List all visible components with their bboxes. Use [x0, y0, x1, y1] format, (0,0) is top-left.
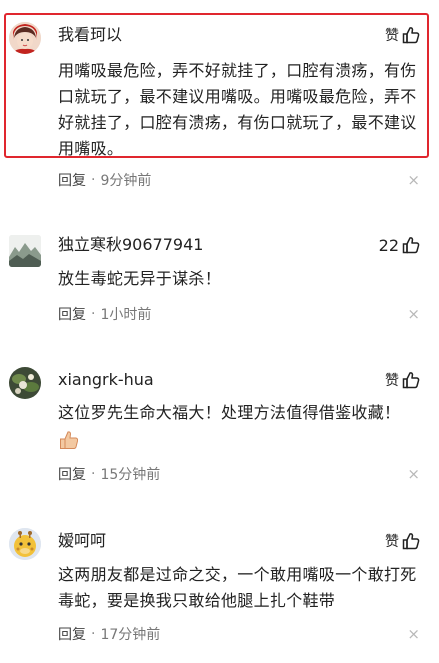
like-label: 赞 — [385, 373, 399, 389]
close-icon[interactable]: × — [407, 304, 420, 324]
reply-button[interactable]: 回复 — [58, 464, 86, 484]
reply-button[interactable]: 回复 — [58, 170, 86, 190]
username[interactable]: 我看珂以 — [58, 25, 122, 45]
comment-text: 放生毒蛇无异于谋杀！ — [58, 269, 222, 288]
thumbs-up-emoji-icon — [58, 429, 80, 451]
comment-text: 这两朋友都是过命之交，一个敢用嘴吸一个敢打死毒蛇，要是换我只敢给他腿上扎个鞋带 — [58, 565, 417, 610]
comment-footer: 回复 · 17分钟前 × — [58, 624, 420, 644]
like-label: 赞 — [385, 534, 399, 550]
thumbs-up-icon — [402, 237, 420, 254]
reply-button[interactable]: 回复 — [58, 304, 86, 324]
like-button[interactable]: 赞 — [385, 24, 421, 46]
comment-footer: 回复 · 1小时前 × — [58, 304, 420, 324]
timestamp: 15分钟前 — [100, 467, 161, 483]
comment-text: 用嘴吸最危险，弄不好就挂了，口腔有溃疡，有伤口就玩了，最不建议用嘴吸。用嘴吸最危… — [58, 61, 417, 158]
like-button[interactable]: 赞 — [385, 530, 421, 552]
close-icon[interactable]: × — [407, 464, 420, 484]
like-count: 22 — [378, 235, 399, 255]
thumbs-up-icon — [402, 533, 420, 550]
username[interactable]: 独立寒秋90677941 — [58, 235, 203, 255]
like-button[interactable]: 赞 — [385, 369, 421, 391]
flower-avatar-icon[interactable] — [9, 367, 41, 399]
thumbs-up-icon — [402, 372, 420, 389]
username[interactable]: 嫒呵呵 — [58, 531, 106, 551]
comment-text: 这位罗先生命大福大！处理方法值得借鉴收藏！ — [58, 403, 401, 422]
separator-dot: · — [91, 626, 96, 642]
close-icon[interactable]: × — [407, 170, 420, 190]
timestamp: 1小时前 — [100, 307, 152, 323]
reply-button[interactable]: 回复 — [58, 624, 86, 644]
comment-footer: 回复 · 15分钟前 × — [58, 464, 420, 484]
thumbs-up-icon — [402, 27, 420, 44]
separator-dot: · — [91, 466, 96, 482]
comment-footer: 回复 · 9分钟前 × — [58, 170, 420, 190]
giraffe-avatar-icon[interactable] — [9, 528, 41, 560]
timestamp: 9分钟前 — [100, 173, 152, 189]
girl-avatar-icon[interactable] — [9, 22, 41, 54]
like-label: 赞 — [385, 28, 399, 44]
username[interactable]: xiangrk-hua — [58, 370, 154, 390]
timestamp: 17分钟前 — [100, 627, 161, 643]
separator-dot: · — [91, 306, 96, 322]
landscape-avatar-icon[interactable] — [9, 235, 41, 267]
close-icon[interactable]: × — [407, 624, 420, 644]
like-button[interactable]: 22 — [379, 234, 421, 256]
separator-dot: · — [91, 172, 96, 188]
